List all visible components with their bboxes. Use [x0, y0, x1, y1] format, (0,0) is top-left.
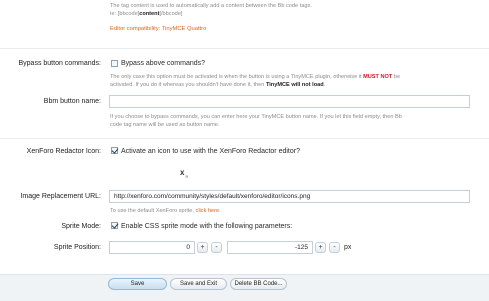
bbm-name-input[interactable] — [109, 95, 470, 108]
bypass-checkbox-label[interactable]: Bypass above commands? — [121, 60, 205, 67]
bbm-name-hint-line2: code tag name will be used as button nam… — [110, 122, 220, 128]
section-divider — [0, 48, 489, 49]
sprite-x-input[interactable]: 0 — [109, 241, 195, 254]
redactor-icon-checkbox-label[interactable]: Activate an icon to use with the XenForo… — [121, 148, 300, 155]
example-bold: content — [139, 11, 160, 17]
sprite-unit-label: px — [344, 244, 352, 251]
section-divider — [0, 138, 489, 139]
sprite-x-decrement-button[interactable]: - — [211, 242, 222, 253]
bypass-hint-end: . — [323, 82, 326, 88]
example-suffix: [/bbcode] — [159, 11, 183, 17]
sprite-y-input[interactable]: -125 — [227, 241, 313, 254]
sprite-y-decrement-button[interactable]: - — [329, 242, 340, 253]
image-url-hint-text: To use the default XenForo sprite, — [110, 208, 196, 214]
will-not-load-text: TinyMCE will not load — [265, 82, 324, 88]
redactor-icon-label: XenForo Redactor Icon: — [26, 148, 101, 155]
bypass-label: Bypass button commands: — [18, 60, 102, 67]
bypass-hint-line1: The only case this option must be activa… — [110, 73, 400, 81]
image-url-input[interactable]: http://xenforo.com/community/styles/defa… — [109, 190, 470, 203]
sprite-mode-checkbox[interactable] — [111, 222, 118, 229]
bypass-hint-text2: be — [392, 74, 401, 80]
clear-format-icon: x a — [180, 168, 190, 179]
bypass-hint-text: The only case this option must be activa… — [110, 74, 364, 80]
bypass-hint-text3: activated. If you do it whereas you shou… — [110, 82, 266, 88]
editor-compatibility: Editor compatibility: TinyMCE Quattro — [110, 26, 207, 32]
redactor-icon-checkbox[interactable] — [111, 147, 118, 154]
content-tag-example: Ie: [bbcode]content[/bbcode] — [110, 10, 182, 18]
bypass-hint-line2: activated. If you do it whereas you shou… — [110, 81, 325, 89]
svg-text:x: x — [180, 168, 185, 177]
bbm-name-label: Bbm button name: — [43, 98, 101, 105]
bbm-name-hint-line1: If you choose to bypass commands, you ca… — [110, 114, 402, 120]
save-button[interactable]: Save — [108, 278, 167, 290]
sprite-mode-label: Sprite Mode: — [61, 223, 101, 230]
bypass-checkbox[interactable] — [111, 60, 118, 67]
content-tag-hint: The tag content is used to automatically… — [110, 3, 312, 9]
image-url-hint-end: . — [219, 208, 221, 214]
sprite-y-increment-button[interactable]: + — [315, 242, 326, 253]
must-not-text: MUST NOT — [363, 74, 393, 80]
sprite-x-increment-button[interactable]: + — [197, 242, 208, 253]
save-and-exit-button[interactable]: Save and Exit — [170, 278, 227, 290]
svg-text:a: a — [186, 174, 189, 179]
image-url-hint: To use the default XenForo sprite, click… — [110, 207, 221, 215]
image-url-label: Image Replacement URL: — [20, 193, 101, 200]
default-sprite-link[interactable]: click here — [196, 208, 220, 214]
sprite-mode-checkbox-label[interactable]: Enable CSS sprite mode with the followin… — [121, 223, 292, 230]
sprite-position-label: Sprite Position: — [53, 244, 101, 251]
delete-bbcode-button[interactable]: Delete BB Code... — [230, 278, 287, 290]
example-prefix: Ie: [bbcode] — [110, 11, 140, 17]
